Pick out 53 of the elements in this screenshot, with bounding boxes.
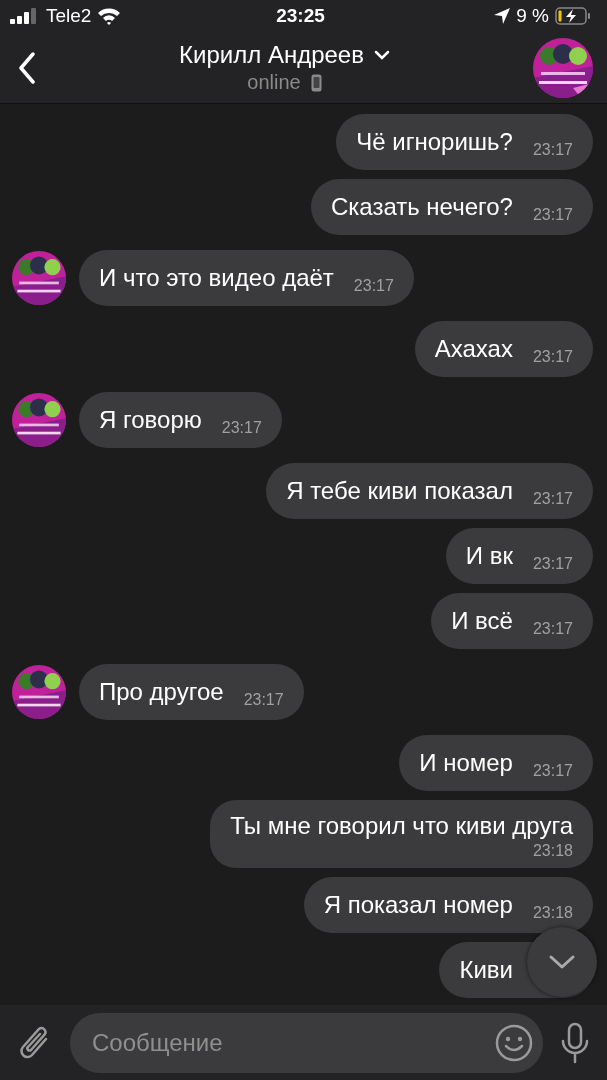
message-bubble[interactable]: Ты мне говорил что киви друга 23:18 — [210, 800, 593, 868]
emoji-icon[interactable] — [495, 1023, 533, 1062]
message-text: Киви — [459, 956, 513, 984]
message-text: Про другое — [99, 678, 224, 706]
message-bubble[interactable]: Про другое 23:17 — [79, 664, 304, 720]
scroll-down-button[interactable] — [527, 927, 597, 997]
message-time: 23:17 — [532, 141, 573, 159]
message-text: И номер — [419, 749, 513, 777]
clock-time: 23:25 — [276, 5, 325, 27]
wifi-icon — [97, 7, 122, 25]
message-bubble[interactable]: И всё 23:17 — [431, 593, 593, 649]
microphone-icon[interactable] — [559, 1021, 591, 1064]
message-bubble[interactable]: Я показал номер 23:18 — [303, 877, 593, 933]
message-input-field[interactable]: Сообщение — [70, 1012, 543, 1073]
online-status: online — [247, 71, 301, 94]
message-time: 23:17 — [353, 277, 394, 295]
back-icon[interactable] — [18, 51, 36, 84]
message-text: Я говорю — [99, 406, 202, 434]
message-text: Ты мне говорил что киви друга — [230, 812, 573, 840]
message-time: 23:17 — [532, 490, 573, 508]
message-time: 23:18 — [532, 842, 573, 860]
message-text: Сказать нечего? — [330, 193, 513, 221]
chevron-down-icon — [548, 954, 576, 970]
message-time: 23:18 — [532, 904, 573, 922]
chevron-down-icon[interactable] — [373, 50, 390, 60]
message-bubble[interactable]: И номер 23:17 — [399, 735, 593, 791]
phone-icon — [310, 73, 322, 92]
message-text: Я тебе киви показал — [286, 477, 513, 505]
message-time: 23:17 — [532, 762, 573, 780]
message-bubble[interactable]: Я тебе киви показал 23:17 — [266, 463, 593, 519]
message-bubble[interactable]: И что это видео даёт 23:17 — [79, 250, 414, 306]
carrier-name: Tele2 — [46, 5, 92, 27]
message-text: Я показал номер — [323, 891, 513, 919]
contact-name[interactable]: Кирилл Андреев — [179, 41, 364, 69]
message-text: Чё игноришь? — [356, 128, 513, 156]
message-text: И что это видео даёт — [99, 264, 334, 292]
message-time: 23:17 — [532, 348, 573, 366]
location-icon — [494, 8, 511, 24]
message-time: 23:17 — [532, 555, 573, 573]
message-text: Ахахах — [434, 335, 513, 363]
message-bubble[interactable]: Ахахах 23:17 — [414, 321, 593, 377]
battery-charging-icon — [555, 7, 591, 25]
message-bubble[interactable]: Я говорю 23:17 — [79, 392, 282, 448]
message-text: И вк — [465, 542, 513, 570]
message-time: 23:17 — [221, 419, 262, 437]
message-bubble[interactable]: Сказать нечего? 23:17 — [310, 179, 593, 235]
message-bubble[interactable]: Чё игноришь? 23:17 — [336, 114, 593, 170]
message-time: 23:17 — [532, 620, 573, 638]
message-bubble[interactable]: И вк 23:17 — [445, 528, 593, 584]
battery-percent: 9 % — [516, 5, 549, 27]
message-text: И всё — [451, 607, 513, 635]
message-time: 23:17 — [243, 691, 284, 709]
message-time: 23:17 — [532, 206, 573, 224]
